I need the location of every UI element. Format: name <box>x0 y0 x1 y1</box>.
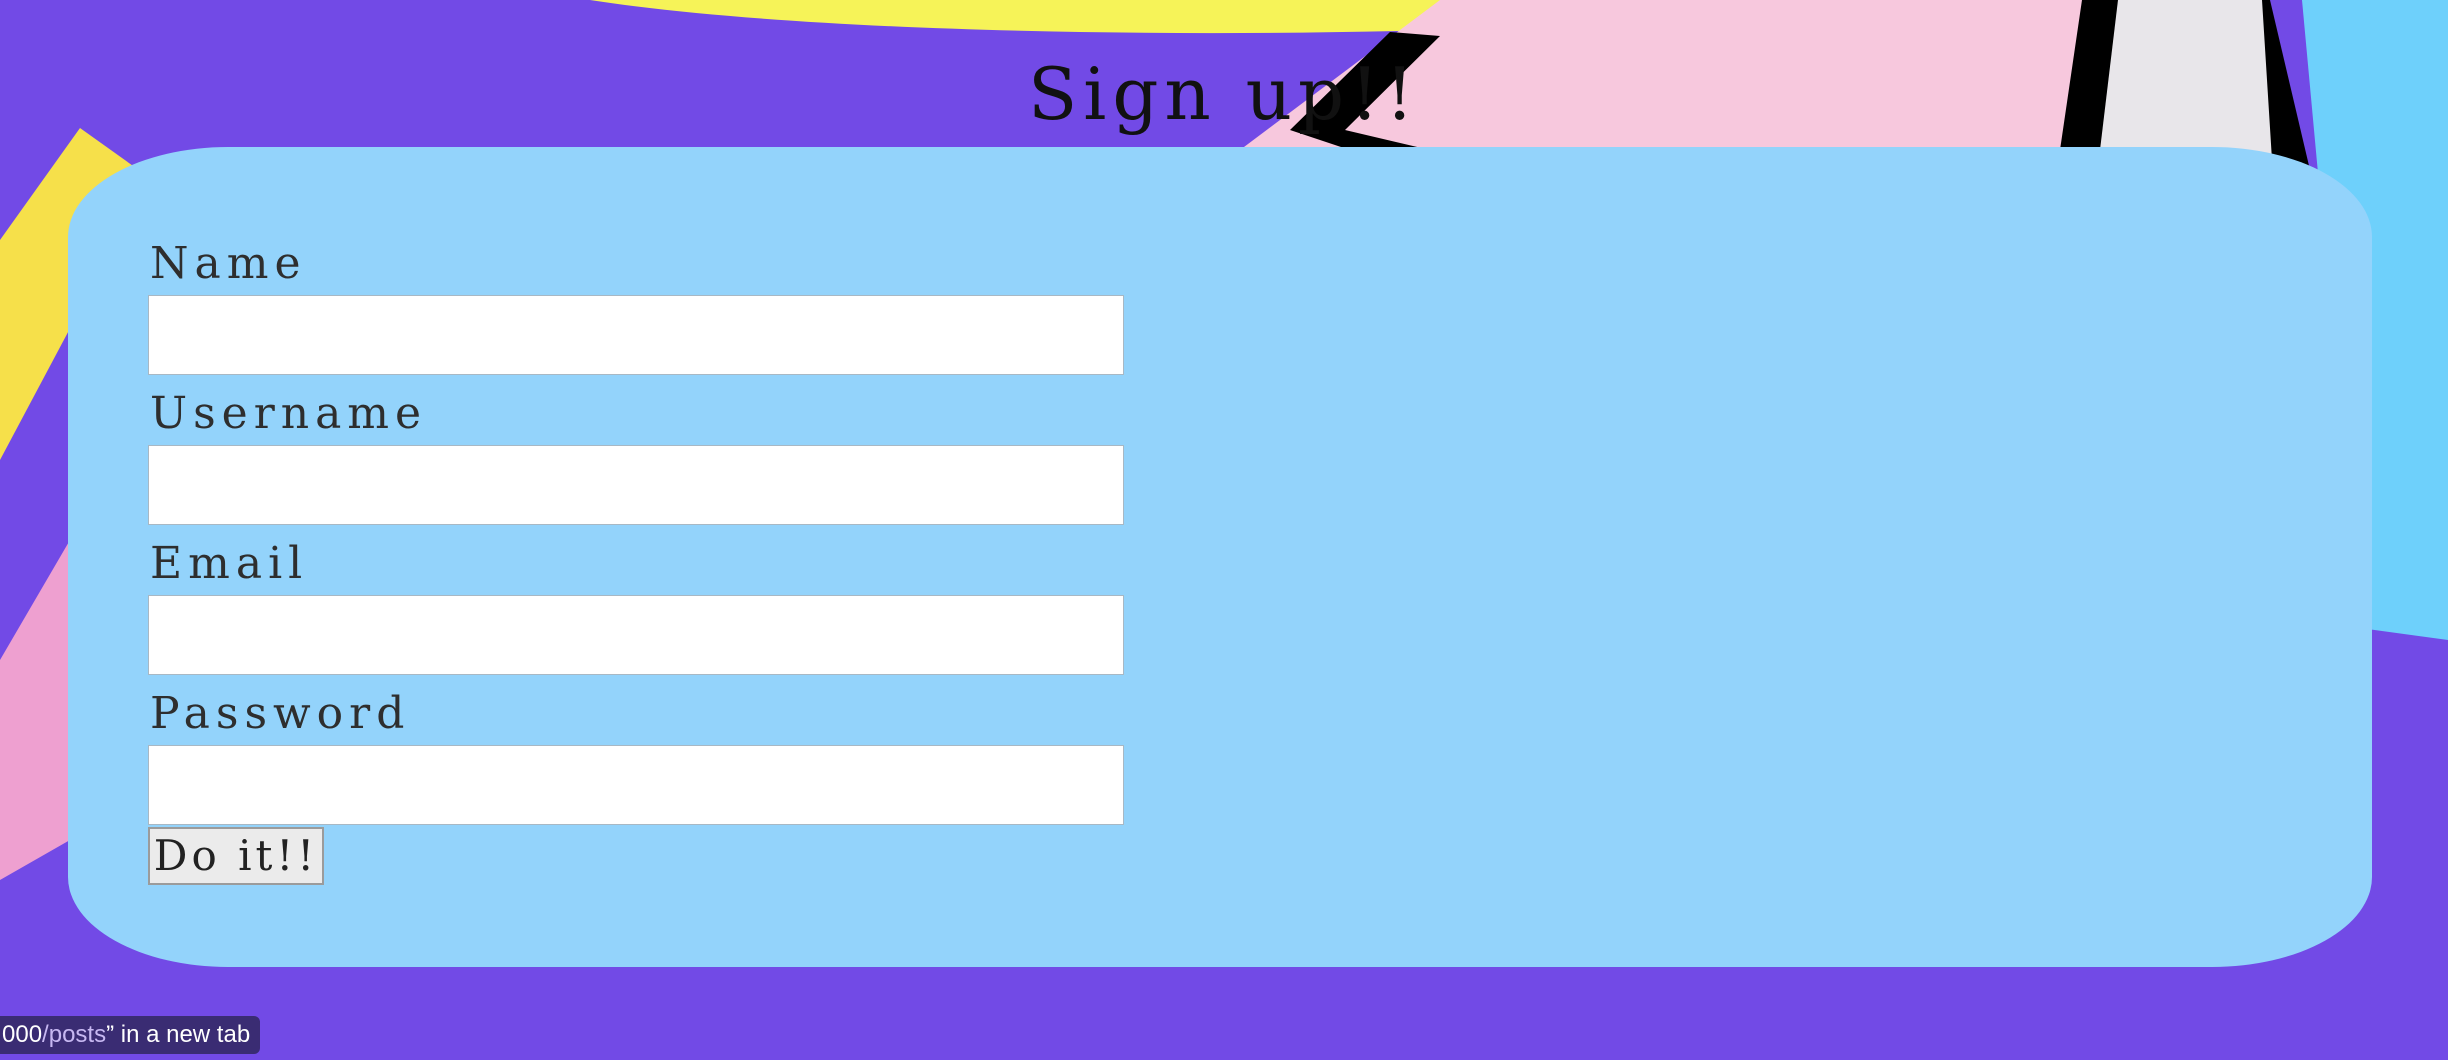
email-field[interactable] <box>148 595 1124 675</box>
link-status-tooltip: 000/posts” in a new tab <box>0 1016 261 1054</box>
signup-form: Name Username Email Password Do it!! <box>68 147 2372 967</box>
page-title: Sign up!! <box>1027 52 1421 136</box>
status-url-path: /posts <box>42 1021 107 1048</box>
password-field[interactable] <box>148 745 1124 825</box>
name-label: Name <box>150 238 307 289</box>
username-field[interactable] <box>148 445 1124 525</box>
password-label: Password <box>150 688 411 739</box>
username-label: Username <box>150 388 428 439</box>
status-url-prefix: 000 <box>2 1021 43 1048</box>
submit-button[interactable]: Do it!! <box>148 827 324 885</box>
email-label: Email <box>150 538 309 589</box>
status-suffix: ” in a new tab <box>106 1021 251 1048</box>
name-field[interactable] <box>148 295 1124 375</box>
